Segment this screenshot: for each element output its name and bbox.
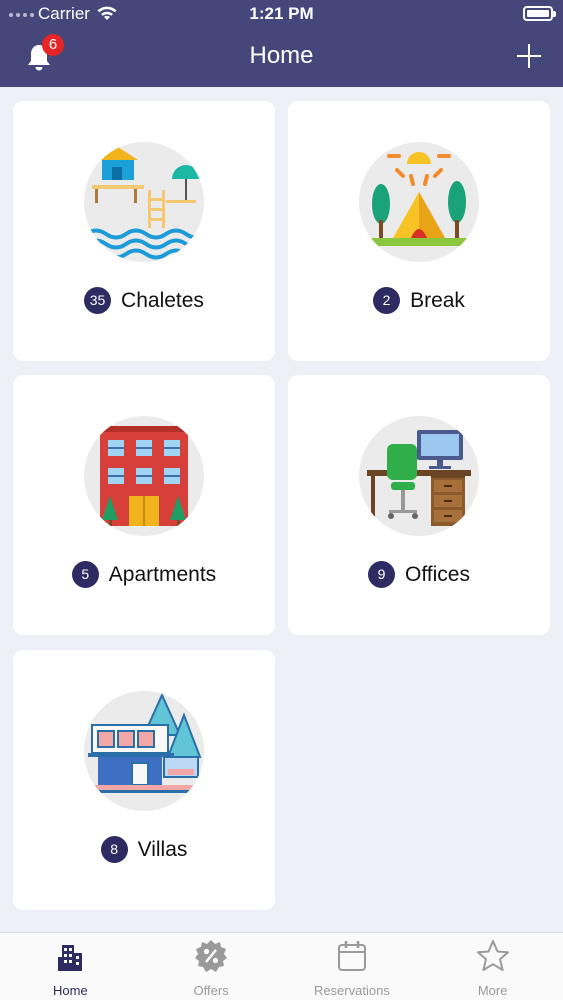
- category-label: 8 Villas: [13, 836, 275, 863]
- category-name: Break: [410, 288, 465, 312]
- tab-label: Home: [53, 983, 88, 998]
- count-badge: 35: [84, 287, 112, 314]
- add-icon[interactable]: [515, 42, 543, 70]
- category-label: 9 Offices: [288, 561, 550, 588]
- tab-label: More: [477, 983, 508, 998]
- header-bar: Carrier 1:21 PM 6 Home: [0, 0, 563, 87]
- tab-home[interactable]: Home: [0, 933, 141, 1000]
- calendar-icon: [337, 941, 366, 971]
- tab-bar: Home Offers Reservations More: [0, 932, 563, 1000]
- category-label: 35 Chaletes: [13, 287, 275, 314]
- category-label: 2 Break: [288, 287, 550, 314]
- villa-house-icon: [84, 691, 204, 811]
- category-name: Apartments: [108, 562, 217, 586]
- star-icon: [476, 940, 509, 971]
- apartment-building-icon: [84, 416, 204, 536]
- beach-house-icon: [84, 142, 204, 262]
- percent-badge-icon: [195, 940, 228, 972]
- category-card-chaletes[interactable]: 35 Chaletes: [13, 101, 275, 361]
- camping-tent-icon: [359, 142, 479, 262]
- tab-label: Offers: [193, 983, 229, 998]
- category-card-break[interactable]: 2 Break: [288, 101, 550, 361]
- count-badge: 8: [100, 836, 128, 863]
- tab-more[interactable]: More: [422, 933, 563, 1000]
- status-time: 1:21 PM: [249, 4, 314, 23]
- category-card-offices[interactable]: 9 Offices: [288, 375, 550, 635]
- count-badge: 9: [368, 561, 396, 588]
- category-name: Chaletes: [121, 288, 204, 312]
- category-card-apartments[interactable]: 5 Apartments: [13, 375, 275, 635]
- tab-reservations[interactable]: Reservations: [282, 933, 423, 1000]
- tab-offers[interactable]: Offers: [141, 933, 282, 1000]
- category-name: Offices: [405, 562, 470, 586]
- count-badge: 2: [373, 287, 401, 314]
- battery-icon: [523, 6, 556, 21]
- category-name: Villas: [137, 837, 188, 861]
- office-desk-icon: [359, 416, 479, 536]
- category-card-villas[interactable]: 8 Villas: [13, 650, 275, 910]
- count-badge: 5: [71, 561, 99, 588]
- tab-label: Reservations: [313, 983, 390, 998]
- status-bar: Carrier 1:21 PM: [0, 0, 563, 28]
- building-icon: [58, 945, 83, 971]
- category-label: 5 Apartments: [13, 561, 275, 588]
- page-title: Home: [249, 42, 314, 69]
